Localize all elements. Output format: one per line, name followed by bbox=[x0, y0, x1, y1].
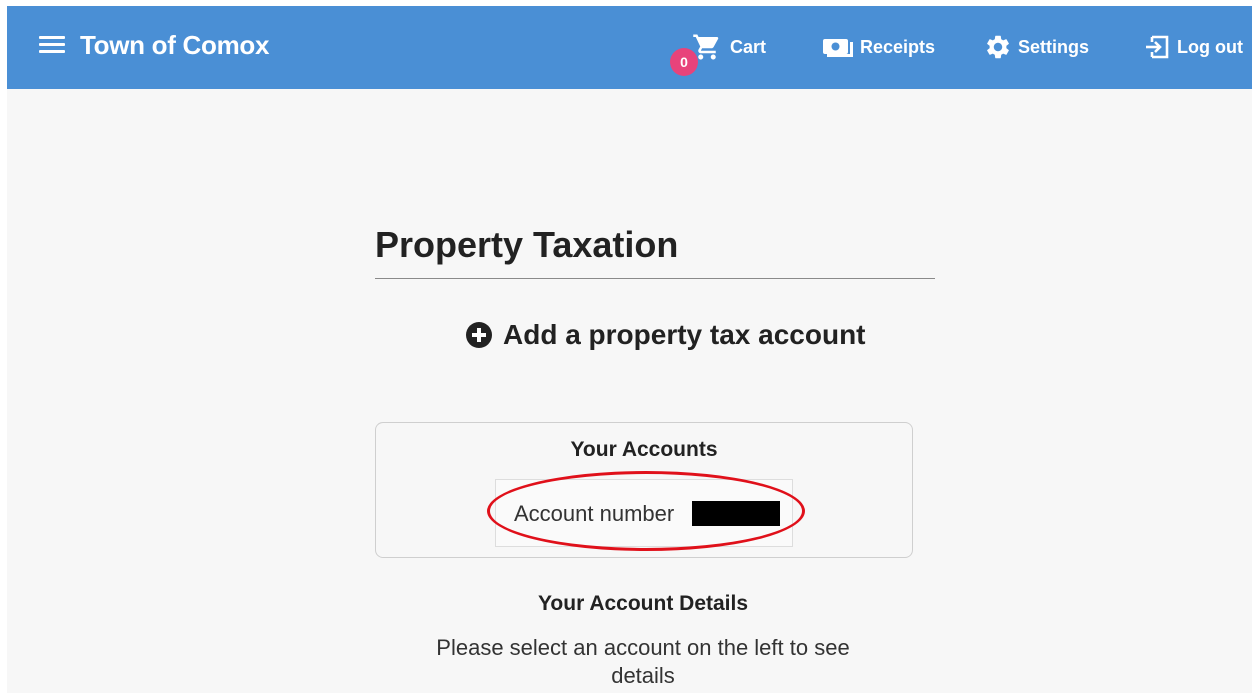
account-list-item[interactable]: Account number bbox=[495, 479, 793, 547]
redacted-account-number bbox=[692, 501, 780, 526]
cart-label: Cart bbox=[730, 36, 767, 57]
gear-icon bbox=[987, 35, 1009, 59]
settings-label: Settings bbox=[1018, 36, 1090, 57]
app-window: Town of Comox Cart 0 Receipts Settings L… bbox=[7, 6, 1252, 693]
cart-count-badge: 0 bbox=[670, 48, 698, 76]
receipts-icon bbox=[823, 39, 853, 57]
accounts-heading: Your Accounts bbox=[570, 438, 718, 461]
app-title: Town of Comox bbox=[80, 30, 270, 60]
title-divider bbox=[375, 278, 935, 279]
account-label: Account number bbox=[514, 501, 675, 526]
account-details-heading: Your Account Details bbox=[537, 592, 749, 615]
accounts-card: Your Accounts Account number bbox=[375, 422, 913, 558]
cart-button[interactable]: Cart bbox=[690, 32, 766, 62]
plus-circle-icon bbox=[466, 322, 492, 348]
add-account-button[interactable]: Add a property tax account bbox=[465, 319, 866, 351]
logout-label: Log out bbox=[1177, 36, 1243, 57]
settings-button[interactable]: Settings bbox=[984, 32, 1089, 62]
receipts-button[interactable]: Receipts bbox=[822, 32, 935, 62]
page-title: Property Taxation bbox=[375, 224, 679, 265]
account-details-message: Please select an account on the left to … bbox=[436, 635, 850, 688]
logout-icon bbox=[1146, 35, 1169, 59]
menu-icon[interactable] bbox=[39, 36, 67, 56]
receipts-label: Receipts bbox=[860, 36, 936, 57]
logout-button[interactable]: Log out bbox=[1143, 32, 1243, 62]
add-account-label: Add a property tax account bbox=[503, 319, 866, 350]
top-bar: Town of Comox Cart 0 Receipts Settings L… bbox=[7, 6, 1252, 89]
